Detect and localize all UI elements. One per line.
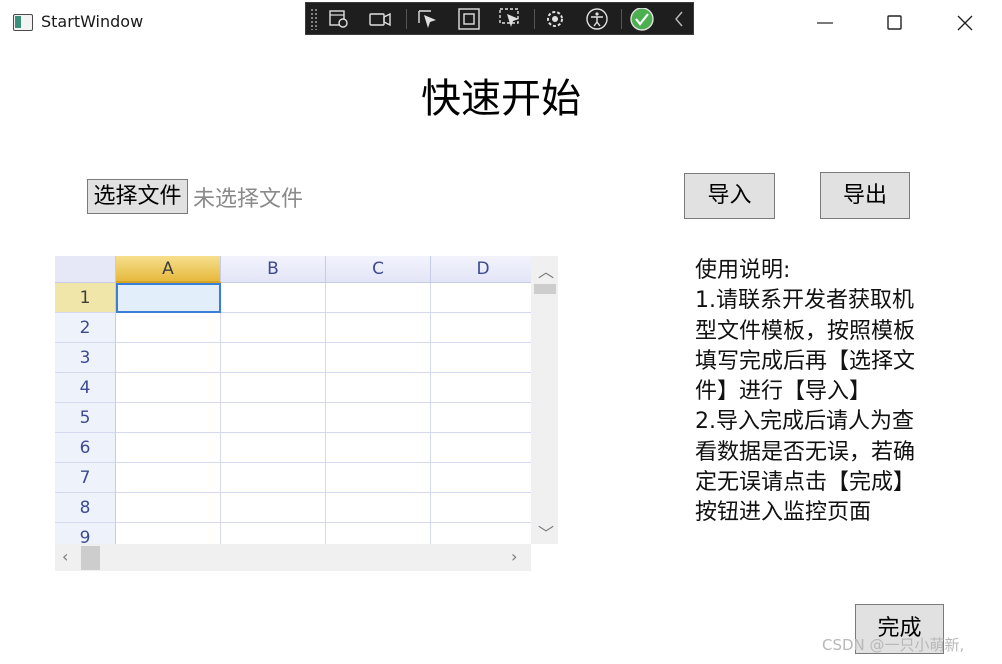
grid-cell[interactable] bbox=[326, 493, 431, 523]
instruction-line: 按钮进入监控页面 bbox=[695, 500, 872, 526]
toolbar-grip[interactable] bbox=[310, 8, 318, 30]
grid-cell[interactable] bbox=[116, 403, 221, 433]
grid-cell[interactable] bbox=[431, 283, 536, 313]
grid-cell[interactable] bbox=[221, 373, 326, 403]
grid-cell[interactable] bbox=[116, 313, 221, 343]
close-button[interactable] bbox=[930, 0, 1000, 46]
row-header[interactable]: 7 bbox=[55, 463, 116, 493]
instruction-line: 使用说明: bbox=[695, 258, 791, 283]
grid-cell[interactable] bbox=[221, 283, 326, 313]
grid-cell[interactable] bbox=[326, 343, 431, 373]
maximize-button[interactable] bbox=[860, 0, 930, 46]
horizontal-scrollbar[interactable]: ‹ › bbox=[55, 544, 531, 571]
row-header[interactable]: 8 bbox=[55, 493, 116, 523]
grid-cell[interactable] bbox=[116, 433, 221, 463]
instruction-line: 2.导入完成后请人为查 bbox=[695, 409, 914, 435]
scrollbar-corner bbox=[531, 544, 558, 571]
row-header[interactable]: 6 bbox=[55, 433, 116, 463]
grid-cell[interactable] bbox=[326, 403, 431, 433]
grid-cell[interactable] bbox=[326, 313, 431, 343]
accessibility-checker-icon[interactable] bbox=[585, 8, 609, 30]
horizontal-scroll-thumb[interactable] bbox=[81, 546, 100, 570]
display-layout-adorners-icon[interactable] bbox=[457, 8, 481, 30]
grid-cell[interactable] bbox=[326, 463, 431, 493]
row-header[interactable]: 1 bbox=[55, 283, 116, 313]
watermark: CSDN @一只小萌新, bbox=[822, 636, 965, 654]
live-visual-tree-icon[interactable] bbox=[326, 8, 350, 30]
minimize-button[interactable] bbox=[790, 0, 860, 46]
grid-cell[interactable] bbox=[431, 343, 536, 373]
column-header[interactable]: B bbox=[221, 256, 326, 283]
xaml-debug-toolbar bbox=[305, 2, 694, 35]
collapse-icon[interactable] bbox=[668, 8, 692, 30]
spreadsheet-grid[interactable]: ABCD123456789 ︿ ﹀ ‹ › bbox=[55, 256, 558, 571]
minimize-icon bbox=[817, 22, 833, 24]
instruction-line: 1.请联系开发者获取机 bbox=[695, 288, 914, 314]
binding-failures-icon[interactable] bbox=[543, 8, 567, 30]
scroll-left-icon[interactable]: ‹ bbox=[62, 547, 68, 566]
grid-cell[interactable] bbox=[431, 463, 536, 493]
instruction-line: 型文件模板，按照模板 bbox=[695, 318, 916, 344]
page-title: 快速开始 bbox=[421, 76, 581, 122]
grid-cell[interactable] bbox=[221, 343, 326, 373]
grid-cell[interactable] bbox=[431, 403, 536, 433]
track-focus-icon[interactable] bbox=[498, 8, 522, 30]
grid-cell[interactable] bbox=[326, 373, 431, 403]
grid-cell[interactable] bbox=[116, 493, 221, 523]
choose-file-button[interactable]: 选择文件 bbox=[87, 179, 188, 214]
grid-cell[interactable] bbox=[116, 343, 221, 373]
grid-cell[interactable] bbox=[221, 313, 326, 343]
scroll-up-icon[interactable]: ︿ bbox=[538, 258, 554, 282]
grid-cell[interactable] bbox=[116, 463, 221, 493]
vertical-scroll-thumb[interactable] bbox=[534, 284, 556, 294]
selected-cell[interactable] bbox=[116, 283, 221, 313]
window-title: StartWindow bbox=[41, 12, 144, 31]
grid-cell[interactable] bbox=[221, 433, 326, 463]
vertical-scrollbar[interactable]: ︿ ﹀ bbox=[531, 256, 558, 544]
instruction-line: 看数据是否无误，若确 bbox=[695, 439, 916, 465]
select-all-corner[interactable] bbox=[55, 256, 116, 283]
hot-reload-ok-icon[interactable] bbox=[630, 7, 654, 31]
grid-cell[interactable] bbox=[221, 463, 326, 493]
close-icon bbox=[957, 15, 973, 31]
scroll-down-icon[interactable]: ﹀ bbox=[538, 520, 554, 544]
column-header[interactable]: C bbox=[326, 256, 431, 283]
column-header[interactable]: A bbox=[116, 256, 221, 283]
instruction-line: 件】进行【导入】 bbox=[695, 379, 872, 405]
grid-cell[interactable] bbox=[431, 313, 536, 343]
export-button[interactable]: 导出 bbox=[820, 172, 910, 219]
usage-instructions: 使用说明: 1.请联系开发者获取机 型文件模板，按照模板 填写完成后再【选择文 件】进行… bbox=[695, 256, 945, 529]
app-icon bbox=[13, 14, 33, 31]
row-header[interactable]: 3 bbox=[55, 343, 116, 373]
grid-cell[interactable] bbox=[221, 493, 326, 523]
grid-cell[interactable] bbox=[221, 403, 326, 433]
record-icon[interactable] bbox=[368, 8, 392, 30]
file-status-text: 未选择文件 bbox=[193, 187, 304, 212]
grid-cell[interactable] bbox=[431, 373, 536, 403]
row-header[interactable]: 4 bbox=[55, 373, 116, 403]
maximize-icon bbox=[887, 15, 902, 30]
import-button[interactable]: 导入 bbox=[684, 173, 775, 219]
grid-cell[interactable] bbox=[326, 283, 431, 313]
row-header[interactable]: 5 bbox=[55, 403, 116, 433]
instruction-line: 填写完成后再【选择文 bbox=[695, 348, 916, 374]
instruction-line: 定无误请点击【完成】 bbox=[695, 470, 916, 496]
row-header[interactable]: 2 bbox=[55, 313, 116, 343]
grid-cell[interactable] bbox=[431, 433, 536, 463]
scroll-right-icon[interactable]: › bbox=[511, 547, 517, 566]
grid-cell[interactable] bbox=[116, 373, 221, 403]
grid-cell[interactable] bbox=[326, 433, 431, 463]
select-element-icon[interactable] bbox=[416, 8, 440, 30]
column-header[interactable]: D bbox=[431, 256, 536, 283]
grid-cell[interactable] bbox=[431, 493, 536, 523]
